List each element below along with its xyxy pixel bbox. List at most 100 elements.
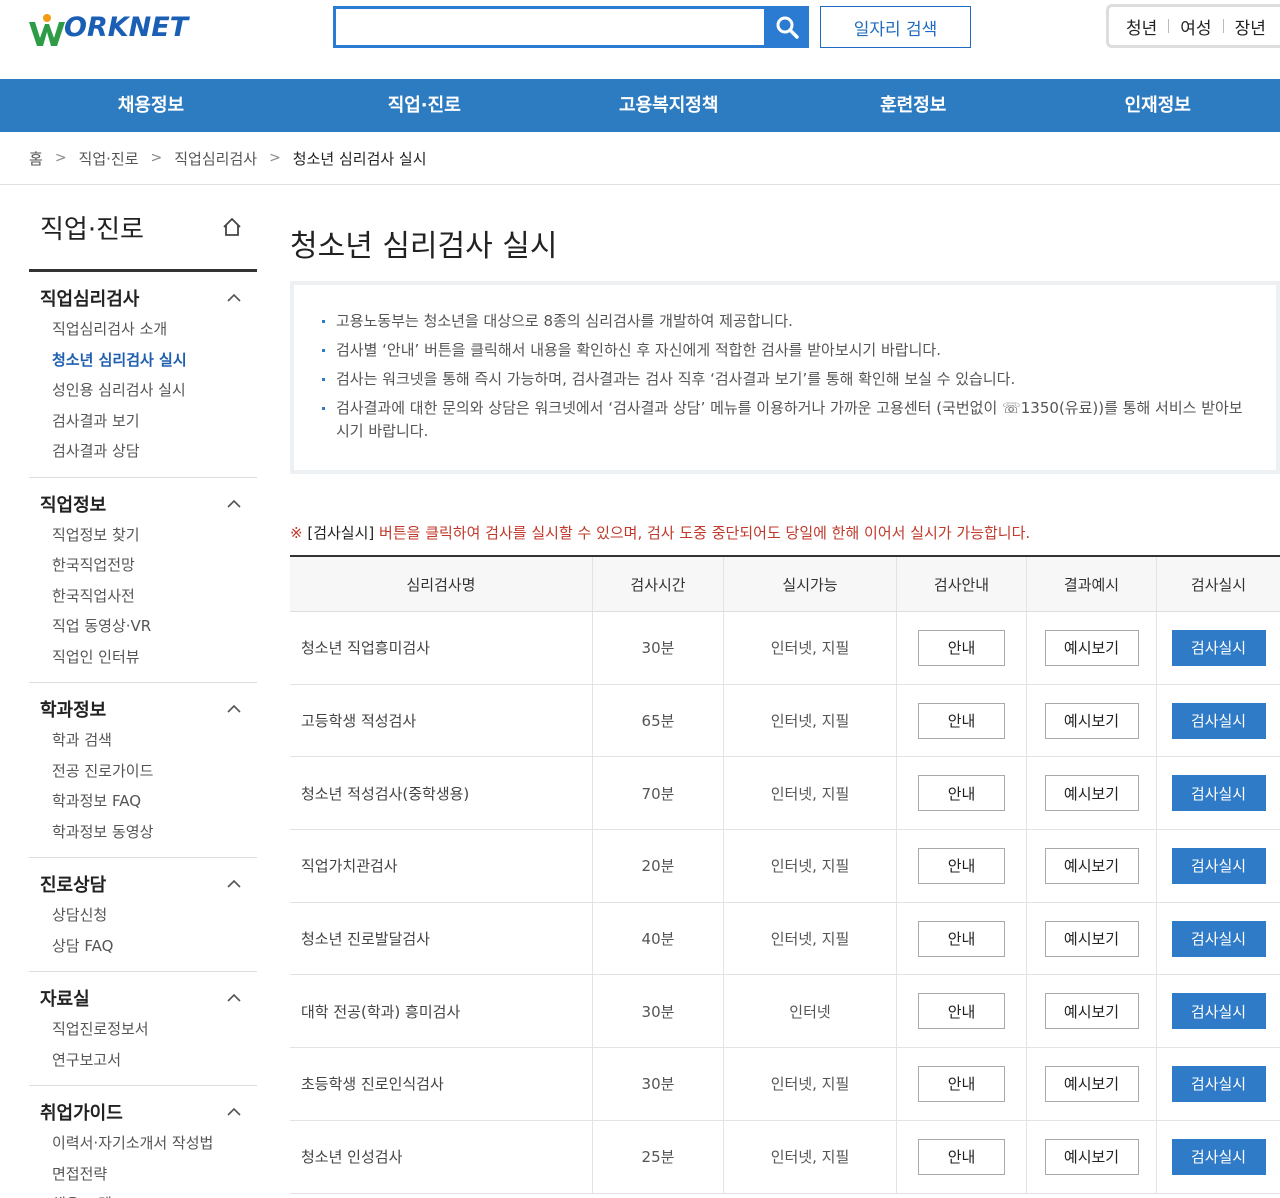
target-link-youth[interactable]: 청년 bbox=[1126, 14, 1157, 39]
sidebar-group-header[interactable]: 학과정보 bbox=[29, 693, 257, 725]
example-cell: 예시보기 bbox=[1027, 902, 1157, 975]
breadcrumb-psych-test[interactable]: 직업심리검사 bbox=[174, 148, 257, 169]
sidebar-item[interactable]: 직업심리검사 소개 bbox=[29, 314, 257, 345]
sidebar-item[interactable]: 검사결과 보기 bbox=[29, 406, 257, 437]
chevron-up-icon[interactable] bbox=[227, 499, 241, 509]
sidebar-item[interactable]: 전공 진로가이드 bbox=[29, 756, 257, 787]
start-test-button[interactable]: 검사실시 bbox=[1171, 1138, 1266, 1175]
test-mode-cell: 인터넷, 지필 bbox=[724, 612, 897, 684]
home-icon[interactable] bbox=[221, 216, 243, 238]
logo-w-icon bbox=[29, 14, 65, 46]
sidebar-item[interactable]: 상담 FAQ bbox=[29, 931, 257, 962]
sidebar-item[interactable]: 면접전략 bbox=[29, 1159, 257, 1190]
sidebar-item[interactable]: 직업정보 찾기 bbox=[29, 520, 257, 551]
sidebar-group-title: 직업심리검사 bbox=[40, 289, 140, 310]
example-button[interactable]: 예시보기 bbox=[1044, 847, 1139, 884]
example-cell: 예시보기 bbox=[1027, 757, 1157, 830]
sidebar-group-title: 직업정보 bbox=[40, 494, 107, 516]
sidebar-item[interactable]: 검사결과 상담 bbox=[29, 436, 257, 467]
chevron-up-icon[interactable] bbox=[227, 1107, 241, 1117]
sidebar-item[interactable]: 성인용 심리검사 실시 bbox=[29, 375, 257, 406]
sidebar-item[interactable]: 이력서·자기소개서 작성법 bbox=[29, 1128, 257, 1159]
search-input[interactable] bbox=[336, 9, 766, 45]
test-time-cell: 20분 bbox=[593, 830, 724, 902]
chevron-up-icon[interactable] bbox=[227, 293, 241, 303]
nav-item-jobs[interactable]: 채용정보 bbox=[0, 79, 302, 132]
divider bbox=[1168, 19, 1170, 33]
test-time-cell: 70분 bbox=[593, 757, 724, 830]
sidebar-group: 직업정보직업정보 찾기 한국직업전망 한국직업사전 직업 동영상·VR 직업인 인터뷰 bbox=[29, 478, 257, 683]
start-cell: 검사실시 bbox=[1157, 830, 1280, 902]
sidebar-group-header[interactable]: 진로상담 bbox=[29, 868, 257, 900]
guide-button[interactable]: 안내 bbox=[918, 993, 1005, 1030]
example-button[interactable]: 예시보기 bbox=[1044, 775, 1139, 812]
sidebar-group: 자료실 직업진로정보서 연구보고서 bbox=[29, 972, 257, 1086]
guide-button[interactable]: 안내 bbox=[918, 847, 1005, 884]
sidebar-item[interactable]: 한국직업전망 bbox=[29, 550, 257, 581]
chevron-up-icon[interactable] bbox=[227, 993, 241, 1003]
search-button[interactable] bbox=[764, 6, 809, 48]
guide-button[interactable]: 안내 bbox=[918, 920, 1005, 957]
target-link-senior[interactable]: 장년 bbox=[1235, 14, 1266, 39]
table-row: 직업가치관검사 20분 인터넷, 지필 안내 예시보기 검사실시 bbox=[290, 830, 1280, 903]
worknet-logo[interactable]: ORKNET bbox=[28, 8, 188, 48]
nav-item-welfare[interactable]: 고용복지정책 bbox=[546, 79, 791, 132]
start-test-button[interactable]: 검사실시 bbox=[1171, 920, 1266, 957]
sidebar-group-title: 학과정보 bbox=[40, 700, 107, 721]
guide-button[interactable]: 안내 bbox=[918, 629, 1005, 666]
start-test-button[interactable]: 검사실시 bbox=[1171, 1065, 1266, 1102]
sidebar-item[interactable]: 상담신청 bbox=[29, 900, 257, 931]
column-header: 결과예시 bbox=[1027, 557, 1157, 611]
start-test-button[interactable]: 검사실시 bbox=[1171, 702, 1266, 739]
sidebar-group-header[interactable]: 직업심리검사 bbox=[29, 282, 257, 314]
test-time-cell: 30분 bbox=[593, 975, 724, 1048]
chevron-up-icon[interactable] bbox=[227, 879, 241, 889]
nav-item-training[interactable]: 훈련정보 bbox=[791, 79, 1036, 132]
test-mode-cell: 인터넷, 지필 bbox=[724, 902, 897, 975]
target-link-women[interactable]: 여성 bbox=[1180, 14, 1211, 39]
start-test-button[interactable]: 검사실시 bbox=[1171, 775, 1266, 812]
breadcrumb-home[interactable]: 홈 bbox=[29, 148, 43, 169]
example-button[interactable]: 예시보기 bbox=[1044, 702, 1139, 739]
sidebar-item[interactable]: 직업 동영상·VR bbox=[29, 611, 257, 642]
sidebar-group-header[interactable]: 직업정보 bbox=[29, 488, 257, 520]
guide-button[interactable]: 안내 bbox=[918, 1065, 1005, 1102]
table-row: 초등학생 진로인식검사 30분 인터넷, 지필 안내 예시보기 검사실시 bbox=[290, 1048, 1280, 1121]
sidebar-item[interactable]: 학과 검색 bbox=[29, 725, 257, 756]
start-cell: 검사실시 bbox=[1157, 1121, 1280, 1193]
sidebar-item[interactable]: 연구보고서 bbox=[29, 1045, 257, 1076]
chevron-up-icon[interactable] bbox=[227, 704, 241, 714]
start-test-button[interactable]: 검사실시 bbox=[1171, 847, 1266, 884]
sidebar-group-header[interactable]: 자료실 bbox=[29, 982, 257, 1014]
sidebar-header: 직업·진로 bbox=[29, 185, 257, 272]
test-mode-cell: 인터넷, 지필 bbox=[724, 684, 897, 757]
nav-item-talent[interactable]: 인재정보 bbox=[1035, 79, 1280, 132]
guide-button[interactable]: 안내 bbox=[918, 702, 1005, 739]
sidebar-item[interactable]: 학과정보 동영상 bbox=[29, 817, 257, 848]
nav-item-career[interactable]: 직업·진로 bbox=[302, 79, 547, 132]
sidebar-item[interactable]: 한국직업사전 bbox=[29, 581, 257, 612]
sidebar-group: 학과정보학과 검색 전공 진로가이드 학과정보 FAQ 학과정보 동영상 bbox=[29, 683, 257, 858]
sidebar-item[interactable]: 청소년 심리검사 실시 bbox=[29, 345, 257, 376]
example-button[interactable]: 예시보기 bbox=[1044, 1138, 1139, 1175]
start-test-button[interactable]: 검사실시 bbox=[1171, 993, 1266, 1030]
guide-button[interactable]: 안내 bbox=[918, 775, 1005, 812]
example-button[interactable]: 예시보기 bbox=[1044, 1065, 1139, 1102]
sidebar-groups: 직업심리검사 직업심리검사 소개 청소년 심리검사 실시 성인용 심리검사 실시 검사결… bbox=[29, 272, 257, 1198]
start-test-button[interactable]: 검사실시 bbox=[1171, 629, 1266, 666]
table-row: 고등학생 적성검사 65분 인터넷, 지필 안내 예시보기 검사실시 bbox=[290, 684, 1280, 758]
example-button[interactable]: 예시보기 bbox=[1044, 629, 1139, 666]
job-search-button[interactable]: 일자리 검색 bbox=[820, 6, 971, 48]
example-button[interactable]: 예시보기 bbox=[1044, 993, 1139, 1030]
test-time-cell: 30분 bbox=[593, 1048, 724, 1120]
guide-button[interactable]: 안내 bbox=[918, 1138, 1005, 1175]
sidebar-item[interactable]: 직업인 인터뷰 bbox=[29, 642, 257, 673]
sidebar-item[interactable]: 채용 트렌드 bbox=[29, 1189, 257, 1198]
example-button[interactable]: 예시보기 bbox=[1044, 920, 1139, 957]
sidebar-item[interactable]: 학과정보 FAQ bbox=[29, 786, 257, 817]
sidebar-item[interactable]: 직업진로정보서 bbox=[29, 1014, 257, 1045]
test-name-cell: 청소년 진로발달검사 bbox=[290, 902, 593, 975]
guide-cell: 안내 bbox=[897, 975, 1027, 1048]
sidebar-group-header[interactable]: 취업가이드 bbox=[29, 1096, 257, 1128]
breadcrumb-career[interactable]: 직업·진로 bbox=[79, 148, 139, 169]
